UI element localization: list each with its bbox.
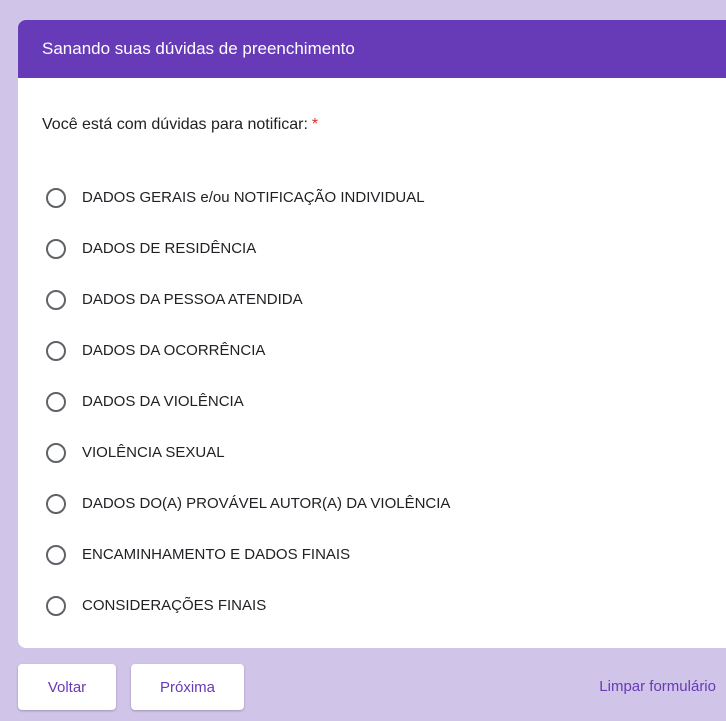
- radio-option-label: ENCAMINHAMENTO E DADOS FINAIS: [82, 546, 351, 563]
- radio-option-label: DADOS DA OCORRÊNCIA: [82, 342, 266, 359]
- radio-option[interactable]: DADOS DE RESIDÊNCIA: [46, 223, 450, 274]
- radio-circle-icon[interactable]: [46, 391, 66, 412]
- question-card: Você está com dúvidas para notificar: * D…: [18, 78, 726, 648]
- radio-circle-icon[interactable]: [46, 442, 66, 463]
- radio-option[interactable]: ENCAMINHAMENTO E DADOS FINAIS: [46, 529, 450, 580]
- radio-option-label: CONSIDERAÇÕES FINAIS: [82, 597, 267, 614]
- radio-circle-icon[interactable]: [46, 493, 66, 514]
- radio-option[interactable]: CONSIDERAÇÕES FINAIS: [46, 580, 450, 631]
- radio-option-label: DADOS DO(A) PROVÁVEL AUTOR(A) DA VIOLÊNC…: [82, 495, 451, 512]
- required-asterisk: *: [311, 116, 319, 133]
- radio-circle-icon[interactable]: [46, 340, 66, 361]
- radio-option[interactable]: DADOS DA PESSOA ATENDIDA: [46, 274, 450, 325]
- radio-option[interactable]: VIOLÊNCIA SEXUAL: [46, 427, 450, 478]
- next-button[interactable]: Próxima: [131, 664, 244, 710]
- radio-circle-icon[interactable]: [46, 238, 66, 259]
- radio-option[interactable]: DADOS DO(A) PROVÁVEL AUTOR(A) DA VIOLÊNC…: [46, 478, 450, 529]
- radio-option[interactable]: DADOS DA OCORRÊNCIA: [46, 325, 450, 376]
- question-title: Você está com dúvidas para notificar: *: [42, 116, 318, 134]
- radio-option-label: VIOLÊNCIA SEXUAL: [82, 444, 225, 461]
- radio-option-label: DADOS DA PESSOA ATENDIDA: [82, 291, 303, 308]
- radio-option[interactable]: DADOS DA VIOLÊNCIA: [46, 376, 450, 427]
- radio-circle-icon[interactable]: [46, 544, 66, 565]
- radio-options-list: DADOS GERAIS e/ou NOTIFICAÇÃO INDIVIDUAL…: [46, 172, 450, 631]
- radio-option[interactable]: DADOS GERAIS e/ou NOTIFICAÇÃO INDIVIDUAL: [46, 172, 450, 223]
- radio-circle-icon[interactable]: [46, 187, 66, 208]
- section-header: Sanando suas dúvidas de preenchimento: [18, 20, 726, 78]
- radio-circle-icon[interactable]: [46, 595, 66, 616]
- section-title: Sanando suas dúvidas de preenchimento: [42, 39, 355, 58]
- clear-form-link[interactable]: Limpar formulário: [599, 678, 716, 695]
- back-button[interactable]: Voltar: [18, 664, 116, 710]
- radio-option-label: DADOS DA VIOLÊNCIA: [82, 393, 244, 410]
- radio-option-label: DADOS DE RESIDÊNCIA: [82, 240, 257, 257]
- radio-circle-icon[interactable]: [46, 289, 66, 310]
- question-text: Você está com dúvidas para notificar:: [42, 116, 308, 133]
- radio-option-label: DADOS GERAIS e/ou NOTIFICAÇÃO INDIVIDUAL: [82, 189, 425, 206]
